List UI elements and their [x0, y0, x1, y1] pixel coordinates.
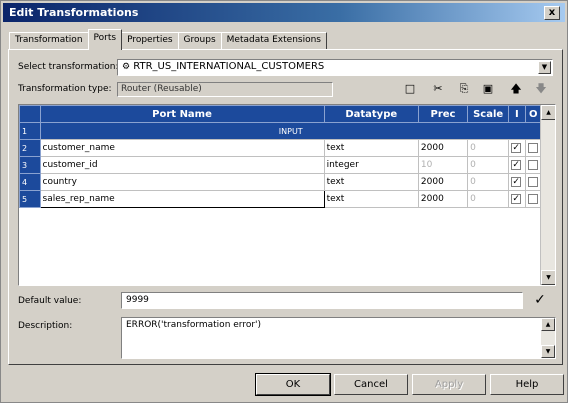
close-button[interactable]: x: [544, 6, 560, 20]
select-transformation-value: RTR_US_INTERNATIONAL_CUSTOMERS: [133, 61, 325, 72]
col-header-scale[interactable]: Scale: [467, 105, 510, 123]
port-name-cell[interactable]: customer_id: [39, 156, 325, 174]
description-text: ERROR('transformation error'): [126, 320, 262, 330]
move-up-icon[interactable]: 🡅: [507, 80, 525, 98]
scroll-down-icon[interactable]: ▼: [541, 270, 555, 285]
copy-icon[interactable]: ⎘: [455, 80, 473, 98]
output-checkbox[interactable]: [527, 142, 538, 153]
col-header-datatype[interactable]: Datatype: [323, 105, 419, 123]
validate-checkmark-icon[interactable]: ✓: [531, 291, 549, 309]
row-number: 2: [19, 139, 41, 157]
paste-icon[interactable]: ▣: [479, 80, 497, 98]
scale-cell[interactable]: 0: [467, 156, 510, 174]
datatype-cell[interactable]: text: [323, 139, 419, 157]
apply-button[interactable]: Apply: [412, 374, 486, 395]
default-value-input[interactable]: 9999: [121, 292, 523, 309]
scale-cell[interactable]: 0: [467, 173, 510, 191]
datatype-cell[interactable]: text: [323, 173, 419, 191]
output-checkbox[interactable]: [527, 159, 538, 170]
row-number: 5: [19, 190, 41, 208]
window-title: Edit Transformations: [9, 6, 139, 19]
select-transformation-dropdown[interactable]: ⚙ RTR_US_INTERNATIONAL_CUSTOMERS ▼: [117, 59, 553, 76]
cancel-button[interactable]: Cancel: [334, 374, 408, 395]
header-row: Port Name Datatype Prec Scale I O: [19, 105, 543, 123]
table-row[interactable]: 3 customer_id integer 10 0 ✓: [19, 156, 543, 174]
select-transformation-label: Select transformation:: [18, 62, 119, 72]
ports-table: Port Name Datatype Prec Scale I O 1 INPU…: [19, 105, 543, 208]
chevron-down-icon[interactable]: ▼: [538, 61, 551, 74]
col-header-input[interactable]: I: [508, 105, 526, 123]
table-row-selected[interactable]: 5 sales_rep_name text 2000 0 ✓: [19, 190, 543, 208]
tab-strip: Transformation Ports Properties Groups M…: [9, 29, 327, 50]
transformation-type-field: Router (Reusable): [117, 82, 333, 97]
transformation-icon: ⚙: [122, 62, 131, 72]
output-checkbox[interactable]: [527, 193, 538, 204]
prec-cell[interactable]: 2000: [417, 173, 469, 191]
scroll-up-icon[interactable]: ▲: [541, 105, 555, 120]
table-row[interactable]: 2 customer_name text 2000 0 ✓: [19, 139, 543, 157]
port-name-cell[interactable]: country: [39, 173, 325, 191]
input-checkbox[interactable]: ✓: [511, 193, 522, 204]
port-name-cell[interactable]: customer_name: [39, 139, 325, 157]
edit-transformations-dialog: Edit Transformations x Transformation Po…: [0, 0, 568, 403]
group-row-input[interactable]: 1 INPUT: [19, 122, 542, 140]
help-button[interactable]: Help: [490, 374, 564, 395]
vertical-scrollbar[interactable]: ▲ ▼: [540, 105, 555, 285]
new-port-icon[interactable]: □: [401, 80, 419, 98]
scale-cell[interactable]: 0: [467, 190, 510, 208]
datatype-cell[interactable]: text: [323, 190, 419, 208]
tab-groups[interactable]: Groups: [177, 32, 222, 50]
scroll-up-icon[interactable]: ▲: [541, 318, 555, 331]
tab-metadata-extensions[interactable]: Metadata Extensions: [220, 32, 327, 50]
description-label: Description:: [18, 321, 73, 331]
scroll-down-icon[interactable]: ▼: [541, 345, 555, 358]
scale-cell[interactable]: 0: [467, 139, 510, 157]
description-textarea[interactable]: ERROR('transformation error') ▲ ▼: [121, 317, 556, 359]
title-bar: Edit Transformations x: [3, 3, 565, 22]
col-header-prec[interactable]: Prec: [417, 105, 469, 123]
datatype-cell[interactable]: integer: [323, 156, 419, 174]
move-down-icon[interactable]: 🡇: [532, 80, 550, 98]
description-scrollbar[interactable]: ▲ ▼: [541, 318, 555, 358]
tab-transformation[interactable]: Transformation: [9, 32, 89, 50]
cut-icon[interactable]: ✂: [429, 80, 447, 98]
output-checkbox[interactable]: [527, 176, 538, 187]
ports-grid[interactable]: Port Name Datatype Prec Scale I O 1 INPU…: [18, 104, 556, 286]
table-row[interactable]: 4 country text 2000 0 ✓: [19, 173, 543, 191]
input-checkbox[interactable]: ✓: [511, 142, 522, 153]
group-label: INPUT: [39, 122, 542, 140]
tab-ports[interactable]: Ports: [87, 29, 123, 50]
ok-button[interactable]: OK: [255, 373, 331, 396]
prec-cell[interactable]: 2000: [417, 139, 469, 157]
row-number: 1: [19, 122, 41, 140]
default-value-label: Default value:: [18, 296, 82, 306]
input-checkbox[interactable]: ✓: [511, 176, 522, 187]
prec-cell[interactable]: 2000: [417, 190, 469, 208]
port-name-cell[interactable]: sales_rep_name: [39, 190, 325, 208]
tab-properties[interactable]: Properties: [121, 32, 179, 50]
input-checkbox[interactable]: ✓: [511, 159, 522, 170]
row-number: 3: [19, 156, 41, 174]
transformation-type-label: Transformation type:: [18, 84, 112, 94]
row-number: 4: [19, 173, 41, 191]
prec-cell[interactable]: 10: [417, 156, 469, 174]
col-header-port-name[interactable]: Port Name: [39, 105, 325, 123]
